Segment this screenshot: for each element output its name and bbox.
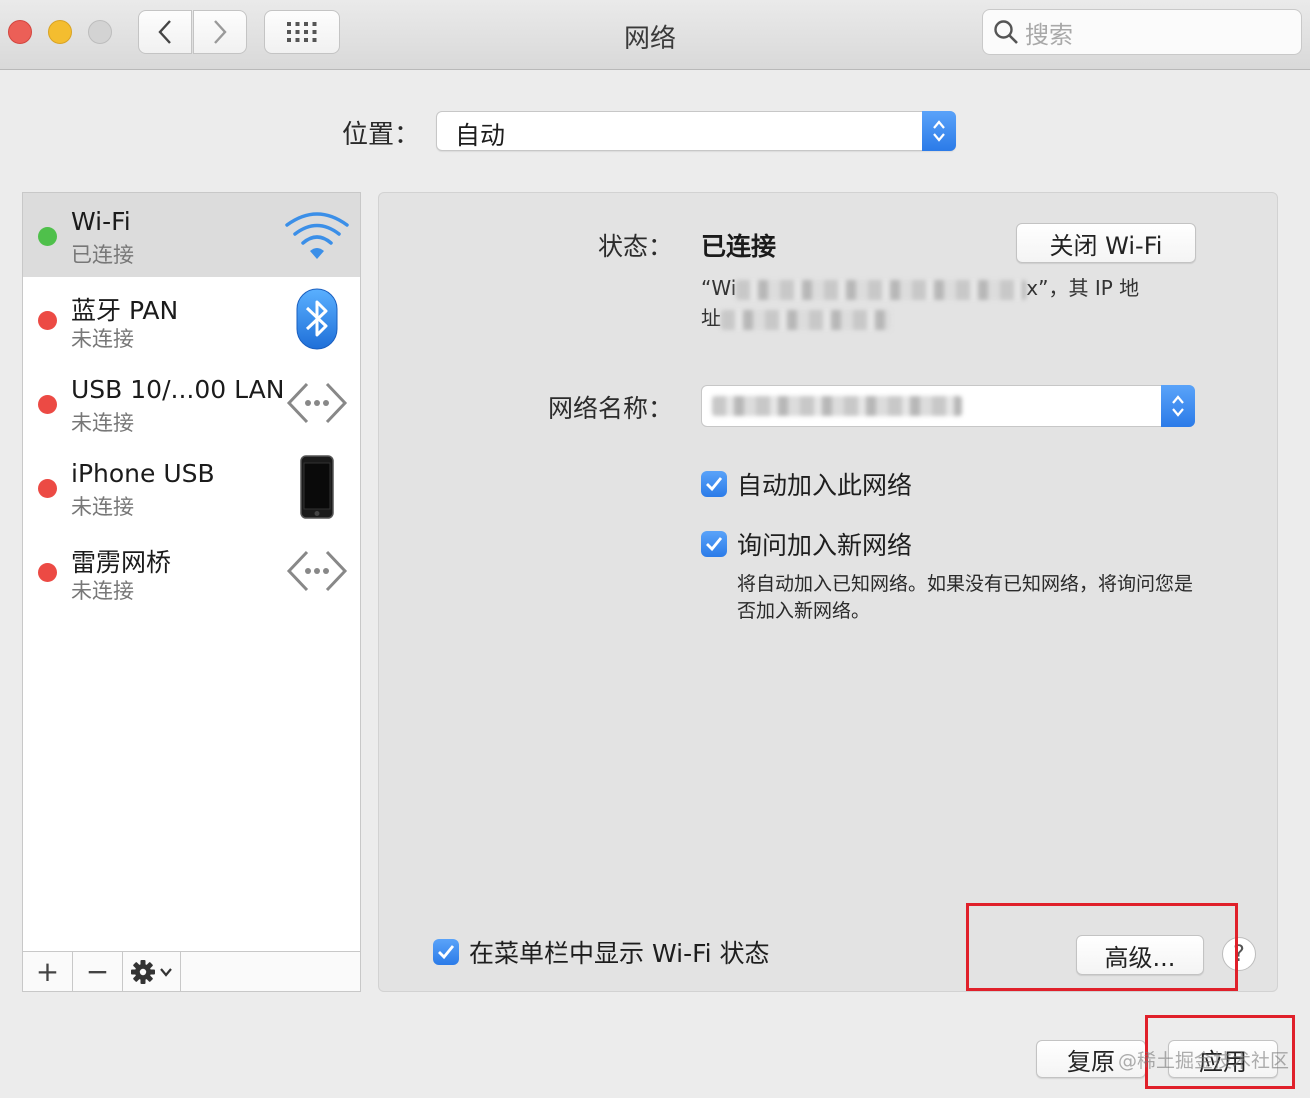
status-desc-line2: 址 bbox=[701, 306, 721, 330]
network-name-select[interactable] bbox=[701, 385, 1195, 427]
chevron-right-icon bbox=[214, 20, 227, 44]
ethernet-icon bbox=[284, 373, 350, 433]
service-item-wifi[interactable]: Wi-Fi 已连接 bbox=[23, 193, 360, 277]
action-menu-button[interactable] bbox=[123, 952, 181, 991]
location-value: 自动 bbox=[455, 121, 506, 150]
ask-join-label: 询问加入新网络 bbox=[737, 531, 913, 560]
service-name: 雷雳网桥 bbox=[71, 548, 172, 577]
gear-icon bbox=[130, 959, 172, 984]
status-dot bbox=[38, 395, 57, 414]
show-all-button[interactable] bbox=[264, 10, 340, 54]
service-name: 蓝牙 PAN bbox=[71, 296, 179, 325]
title-bar: 网络 搜索 bbox=[0, 0, 1310, 70]
status-dot bbox=[38, 479, 57, 498]
iphone-icon bbox=[284, 455, 350, 519]
status-dot bbox=[38, 227, 57, 246]
service-status: 未连接 bbox=[71, 495, 134, 519]
watermark: @稀土掘金技术社区 bbox=[1118, 1050, 1290, 1072]
close-window-button[interactable] bbox=[8, 20, 32, 44]
service-list: Wi-Fi 已连接 蓝牙 PAN 未连接 USB 10/...00 LAN 未连… bbox=[22, 192, 361, 992]
forward-button[interactable] bbox=[193, 10, 247, 54]
auto-join-checkbox[interactable] bbox=[701, 471, 727, 497]
search-icon bbox=[994, 20, 1018, 44]
service-status: 未连接 bbox=[71, 411, 134, 435]
service-item-iphone-usb[interactable]: iPhone USB 未连接 bbox=[23, 445, 360, 529]
status-dot bbox=[38, 311, 57, 330]
service-name: USB 10/...00 LAN bbox=[71, 375, 285, 404]
network-name-label: 网络名称： bbox=[547, 394, 673, 423]
search-placeholder: 搜索 bbox=[1025, 20, 1073, 49]
show-status-row[interactable]: 在菜单栏中显示 Wi-Fi 状态 bbox=[433, 934, 770, 970]
ask-join-row[interactable]: 询问加入新网络 bbox=[701, 526, 912, 562]
add-service-button[interactable]: + bbox=[23, 952, 73, 991]
chevron-left-icon bbox=[158, 20, 171, 44]
wifi-icon bbox=[284, 205, 350, 265]
wifi-detail-panel: 状态： 已连接 关闭 Wi-Fi “Wi x”，其 IP 地 址 网络名称： 自动… bbox=[378, 192, 1278, 992]
service-list-toolbar: + − bbox=[23, 951, 360, 991]
checkmark-icon bbox=[438, 945, 455, 960]
checkmark-icon bbox=[706, 537, 723, 552]
select-stepper-icon bbox=[1161, 385, 1195, 427]
redacted-text bbox=[736, 279, 1027, 300]
minimize-window-button[interactable] bbox=[48, 20, 72, 44]
auto-join-label: 自动加入此网络 bbox=[737, 471, 913, 500]
ask-join-hint: 将自动加入已知网络。如果没有已知网络，将询问您是否加入新网络。 bbox=[737, 573, 1194, 622]
show-status-checkbox[interactable] bbox=[433, 939, 459, 965]
status-desc-start: “Wi bbox=[701, 276, 737, 300]
service-item-usb-lan[interactable]: USB 10/...00 LAN 未连接 bbox=[23, 361, 360, 445]
service-name: iPhone USB bbox=[71, 459, 215, 488]
redacted-network-name bbox=[712, 396, 962, 416]
location-select[interactable]: 自动 bbox=[436, 111, 956, 151]
checkmark-icon bbox=[706, 477, 723, 492]
status-description: “Wi x”，其 IP 地 址 bbox=[701, 273, 1191, 333]
service-item-bluetooth-pan[interactable]: 蓝牙 PAN 未连接 bbox=[23, 277, 360, 361]
search-field[interactable]: 搜索 bbox=[982, 9, 1302, 55]
service-name: Wi-Fi bbox=[71, 207, 131, 236]
highlight-box-advanced bbox=[966, 903, 1238, 991]
grid-icon bbox=[287, 22, 317, 42]
show-status-label: 在菜单栏中显示 Wi-Fi 状态 bbox=[469, 939, 770, 968]
turn-off-wifi-button[interactable]: 关闭 Wi-Fi bbox=[1016, 223, 1196, 263]
back-button[interactable] bbox=[138, 10, 192, 54]
status-label: 状态： bbox=[597, 232, 673, 261]
ethernet-icon bbox=[284, 541, 350, 601]
zoom-window-button[interactable] bbox=[88, 20, 112, 44]
status-value: 已连接 bbox=[701, 232, 777, 261]
location-label: 位置： bbox=[342, 120, 421, 150]
service-status: 未连接 bbox=[71, 327, 134, 351]
window-title: 网络 bbox=[623, 24, 676, 54]
service-item-thunderbolt-bridge[interactable]: 雷雳网桥 未连接 bbox=[23, 529, 360, 613]
ask-join-checkbox[interactable] bbox=[701, 531, 727, 557]
service-status: 已连接 bbox=[71, 243, 134, 267]
remove-service-button[interactable]: − bbox=[73, 952, 123, 991]
select-stepper-icon bbox=[922, 111, 956, 151]
redacted-ip bbox=[721, 309, 891, 330]
auto-join-row[interactable]: 自动加入此网络 bbox=[701, 466, 912, 502]
bluetooth-icon bbox=[284, 288, 350, 350]
service-status: 未连接 bbox=[71, 579, 134, 603]
status-desc-end: x”，其 IP 地 bbox=[1026, 276, 1140, 300]
status-dot bbox=[38, 563, 57, 582]
